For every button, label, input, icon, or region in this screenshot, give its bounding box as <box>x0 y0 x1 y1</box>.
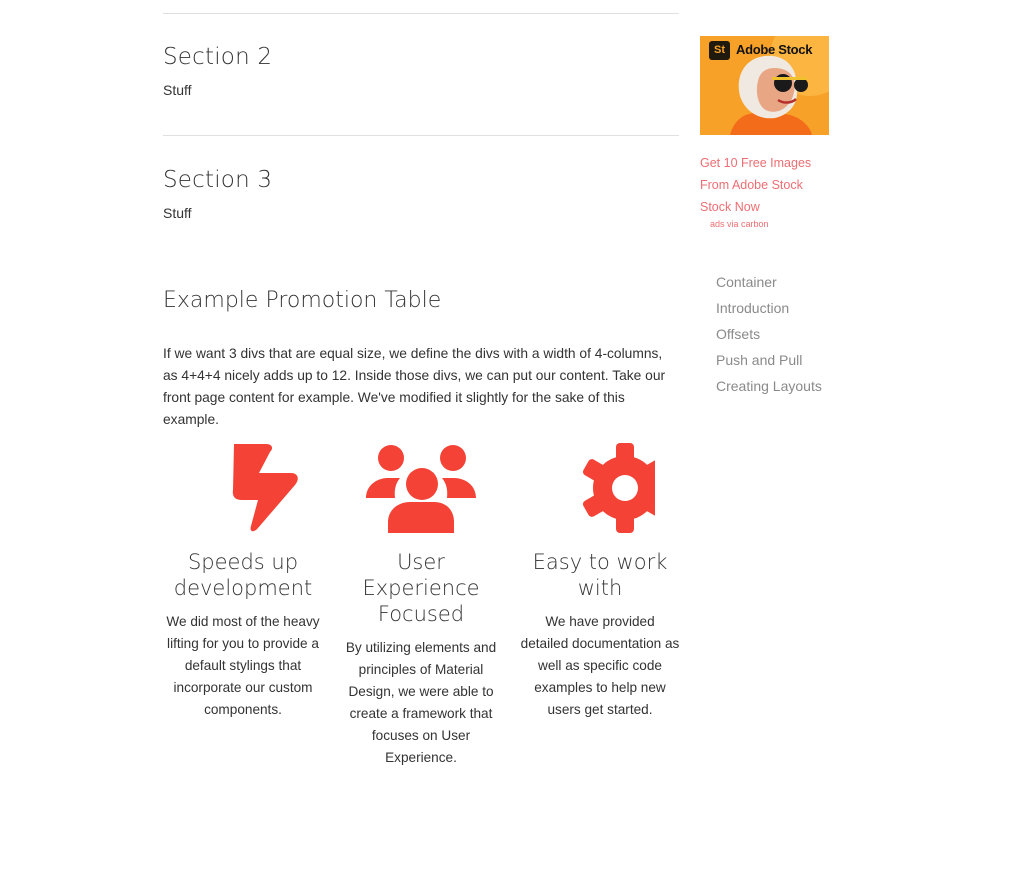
toc-item[interactable]: Introduction <box>716 295 860 321</box>
promo-heading: Speeds up development <box>173 550 313 600</box>
promo-text: We did most of the heavy lifting for you… <box>166 614 320 717</box>
section-divider <box>163 135 679 136</box>
flash-icon <box>232 444 298 532</box>
section-3: Section 3 Stuff <box>163 167 272 221</box>
toc-item[interactable]: Creating Layouts <box>716 373 860 399</box>
promo-column: User Experience Focused By utilizing ele… <box>341 443 501 769</box>
group-icon <box>366 445 476 533</box>
table-of-contents: Container Introduction Offsets Push and … <box>700 269 860 399</box>
toc-item[interactable]: Offsets <box>716 321 860 347</box>
promo-column: Speeds up development We did most of the… <box>163 443 323 721</box>
promo-title: Example Promotion Table <box>163 288 442 313</box>
promo-paragraph: If we want 3 divs that are equal size, w… <box>163 346 666 427</box>
ad-link[interactable]: Get 10 Free Images From Adobe Stock Stoc… <box>700 152 812 218</box>
ads-via-carbon[interactable]: ads via carbon <box>710 219 860 229</box>
adobe-stock-logo: St <box>709 41 730 60</box>
section-title: Section 2 <box>163 44 273 70</box>
section-title: Section 3 <box>163 167 273 193</box>
promo-table: Speeds up development We did most of the… <box>163 443 679 783</box>
promo-heading: Easy to work with <box>532 550 668 600</box>
ad-image[interactable]: St Adobe Stock <box>700 36 829 135</box>
toc-item[interactable]: Container <box>716 269 860 295</box>
promo-text: We have provided detailed documentation … <box>520 614 680 717</box>
sidebar: St Adobe Stock Get 10 Free Images From A… <box>700 36 860 399</box>
logo-letters: St <box>714 44 725 56</box>
section-body: Stuff <box>163 82 192 98</box>
promo-text: By utilizing elements and principles of … <box>345 640 497 765</box>
section-body: Stuff <box>163 205 192 221</box>
settings-icon <box>582 443 655 533</box>
toc-item[interactable]: Push and Pull <box>716 347 860 373</box>
section-divider <box>163 13 679 14</box>
ad-brand: Adobe Stock <box>736 42 813 57</box>
section-2: Section 2 Stuff <box>163 44 272 98</box>
promo-heading: User Experience Focused <box>362 550 480 626</box>
promo-column: Easy to work with We have provided detai… <box>520 443 680 721</box>
